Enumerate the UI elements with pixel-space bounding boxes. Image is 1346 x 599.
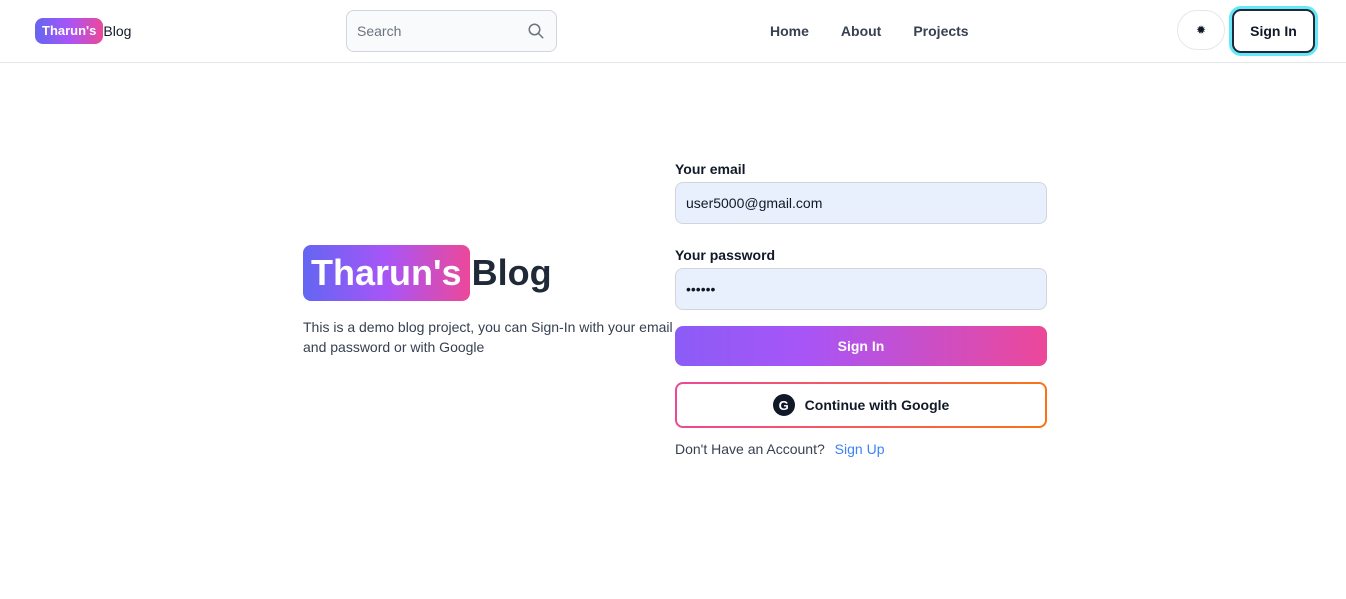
nav-link-about[interactable]: About: [841, 22, 881, 40]
sign-in-submit-button[interactable]: Sign In: [675, 326, 1047, 366]
navbar: Tharun's Blog Home About Projects ✹ Sign…: [0, 0, 1346, 63]
search-input[interactable]: [347, 11, 517, 51]
brand-badge: Tharun's: [35, 18, 104, 44]
hero-title: Tharun's Blog: [303, 245, 675, 301]
hero-description: This is a demo blog project, you can Sig…: [303, 319, 673, 355]
search-box: [346, 10, 557, 52]
hero-badge: Tharun's: [303, 245, 470, 301]
sign-up-link[interactable]: Sign Up: [835, 441, 885, 457]
google-icon: G: [772, 394, 795, 416]
password-label: Your password: [675, 247, 776, 263]
hero-word: Blog: [471, 252, 552, 293]
sun-icon: ✹: [1195, 23, 1207, 37]
no-account-text: Don't Have an Account?: [675, 441, 825, 457]
password-field[interactable]: [675, 268, 1047, 310]
hero-section: Tharun's Blog This is a demo blog projec…: [303, 245, 675, 357]
email-label: Your email: [675, 161, 746, 177]
theme-toggle-button[interactable]: ✹: [1177, 10, 1225, 50]
brand-logo-link[interactable]: Tharun's Blog: [35, 18, 131, 44]
search-icon[interactable]: [527, 22, 545, 40]
sign-in-form: Your email Your password Sign In G Conti…: [675, 160, 1047, 458]
nav-link-projects[interactable]: Projects: [913, 22, 968, 40]
nav-link-home[interactable]: Home: [770, 22, 809, 40]
email-field[interactable]: [675, 182, 1047, 224]
google-sign-in-button[interactable]: G Continue with Google: [675, 382, 1047, 428]
brand-word: Blog: [103, 23, 132, 39]
signup-row: Don't Have an Account? Sign Up: [675, 440, 1047, 458]
google-button-label: Continue with Google: [804, 397, 950, 413]
header-sign-in-button[interactable]: Sign In: [1232, 9, 1315, 53]
nav-links: Home About Projects: [770, 22, 1001, 40]
